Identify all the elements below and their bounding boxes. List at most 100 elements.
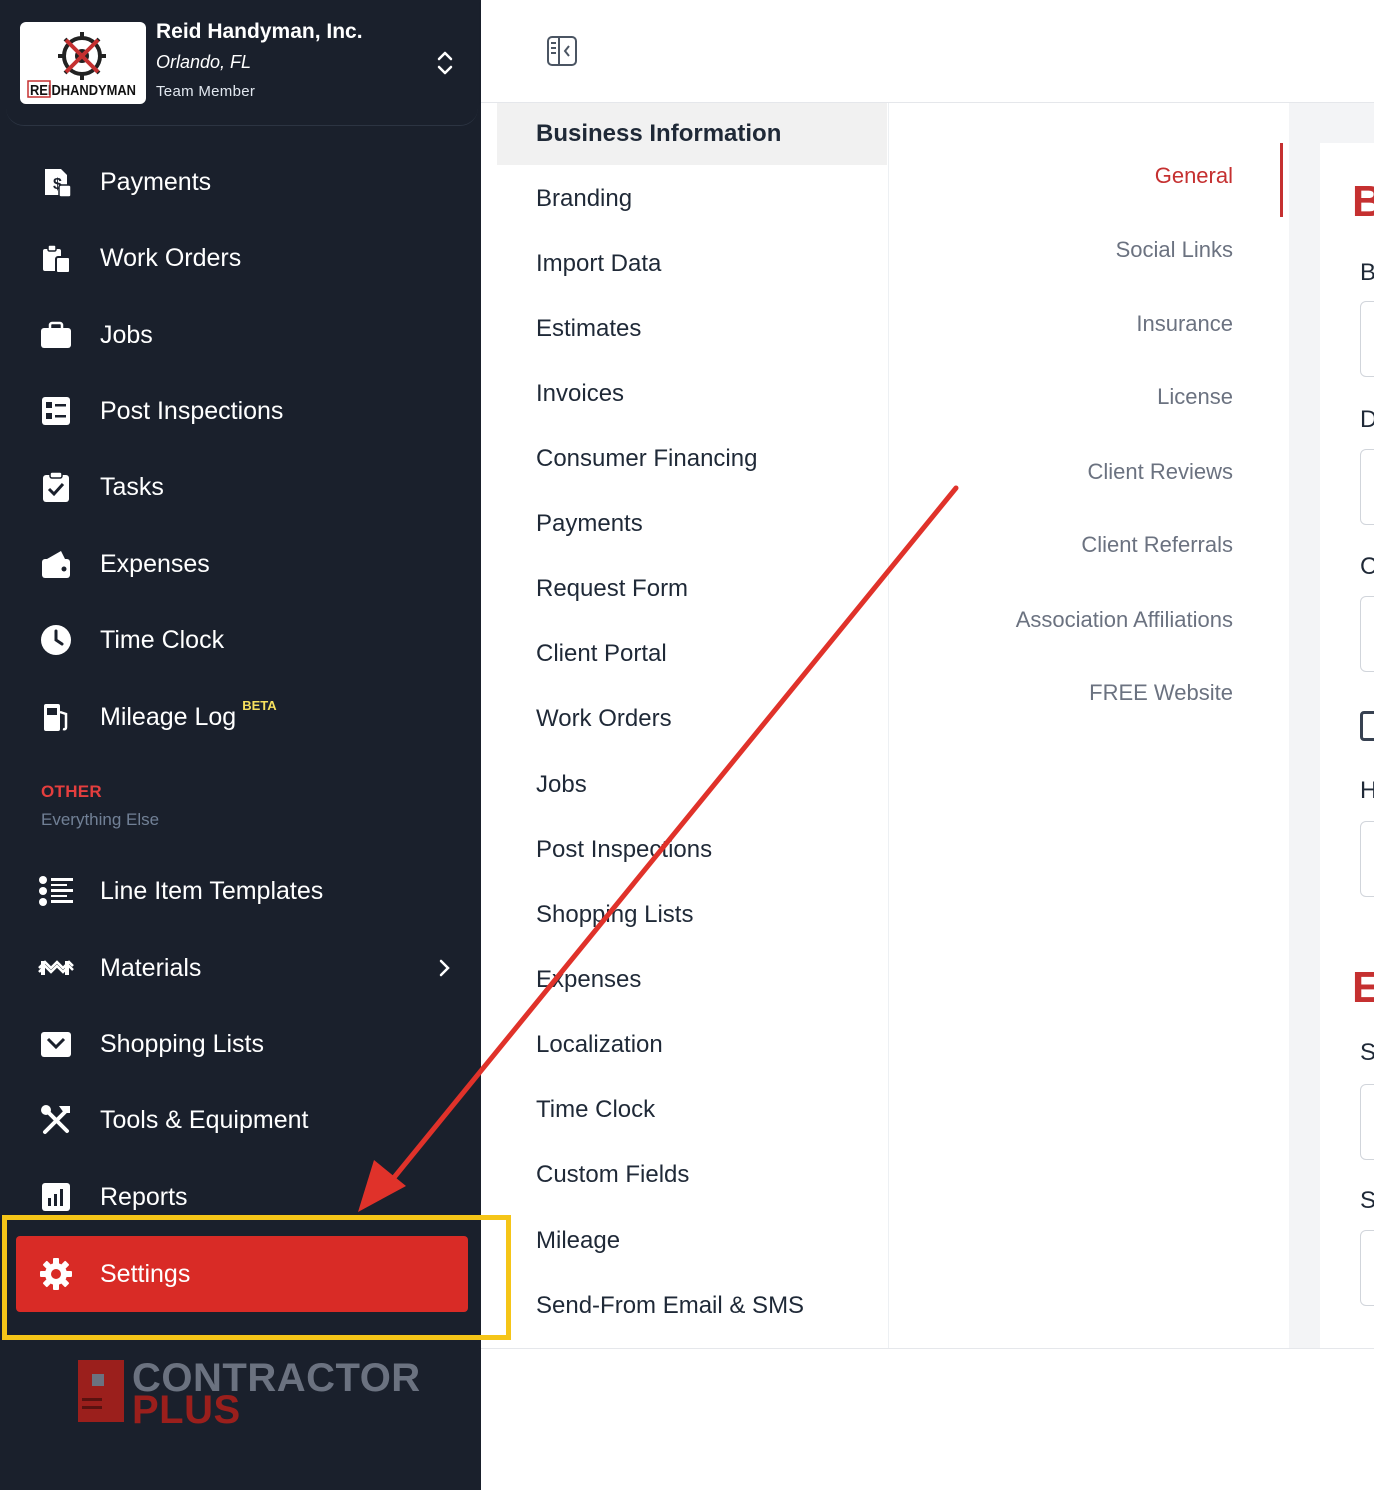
- settings-menu-jobs[interactable]: Jobs: [497, 754, 887, 816]
- sidebar-item-label: Line Item Templates: [100, 876, 324, 905]
- active-tab-indicator: [1280, 143, 1283, 217]
- settings-menu-branding[interactable]: Branding: [497, 168, 887, 230]
- panel-heading: B: [1352, 177, 1374, 226]
- account-name: Reid Handyman, Inc.: [156, 20, 363, 43]
- settings-menu-expenses[interactable]: Expenses: [497, 949, 887, 1011]
- sidebar-item-tools-equipment[interactable]: Tools & Equipment: [24, 1092, 464, 1148]
- payments-icon: $: [36, 162, 76, 202]
- settings-menu-send-from-email-sms[interactable]: Send-From Email & SMS: [497, 1275, 887, 1337]
- sidebar-item-label: Settings: [100, 1259, 191, 1288]
- account-switcher[interactable]: REIDHANDYMAN Reid Handyman, Inc. Orlando…: [6, 0, 478, 126]
- brand-wordmark-line2: PLUS: [132, 1388, 241, 1432]
- sidebar: REIDHANDYMAN Reid Handyman, Inc. Orlando…: [0, 0, 481, 1490]
- form-input[interactable]: [1360, 1084, 1374, 1160]
- sidebar-item-materials[interactable]: Materials: [24, 940, 464, 996]
- sidebar-item-time-clock[interactable]: Time Clock: [24, 612, 464, 668]
- sidebar-item-label: Jobs: [100, 320, 153, 349]
- sidebar-item-label: Time Clock: [100, 625, 225, 654]
- chevron-right-icon: [439, 959, 450, 977]
- sidebar-item-payments[interactable]: $ Payments: [24, 154, 464, 210]
- app-root: REIDHANDYMAN Reid Handyman, Inc. Orlando…: [0, 0, 1374, 1490]
- list-icon: [36, 871, 76, 911]
- tab-client-referrals[interactable]: Client Referrals: [1081, 532, 1233, 558]
- chart-icon: [36, 1177, 76, 1217]
- account-role: Team Member: [156, 83, 256, 100]
- settings-menu-import-data[interactable]: Import Data: [497, 233, 887, 295]
- section-subtitle: Everything Else: [41, 810, 160, 829]
- sidebar-item-label: Mileage Log: [100, 702, 237, 731]
- field-label: S: [1360, 1039, 1374, 1066]
- sidebar-item-mileage-log[interactable]: Mileage Log BETA: [24, 689, 464, 745]
- field-label: H: [1360, 777, 1374, 804]
- collapse-sidebar-icon[interactable]: [545, 34, 579, 68]
- sidebar-item-tasks[interactable]: Tasks: [24, 459, 464, 515]
- briefcase-icon: [36, 315, 76, 355]
- settings-menu-estimates[interactable]: Estimates: [497, 298, 887, 360]
- settings-menu-localization[interactable]: Localization: [497, 1014, 887, 1076]
- sidebar-item-work-orders[interactable]: Work Orders: [24, 230, 464, 286]
- sidebar-item-label: Expenses: [100, 549, 210, 578]
- settings-menu-business-information[interactable]: Business Information: [497, 103, 887, 165]
- field-label: B: [1360, 259, 1374, 286]
- sidebar-item-label: Tools & Equipment: [100, 1105, 309, 1134]
- company-logo: REIDHANDYMAN: [20, 22, 146, 104]
- beta-badge: BETA: [242, 697, 277, 713]
- tab-insurance[interactable]: Insurance: [1136, 311, 1233, 337]
- form-checkbox[interactable]: [1360, 711, 1374, 741]
- form-panel: B B D C H E S S: [1320, 143, 1374, 1348]
- settings-menu-custom-fields[interactable]: Custom Fields: [497, 1144, 887, 1206]
- sidebar-item-settings[interactable]: Settings: [16, 1236, 468, 1312]
- tools-icon: [36, 1100, 76, 1140]
- tab-social-links[interactable]: Social Links: [1116, 237, 1233, 263]
- tab-general[interactable]: General: [1155, 163, 1233, 189]
- settings-menu-client-portal[interactable]: Client Portal: [497, 623, 887, 685]
- tab-client-reviews[interactable]: Client Reviews: [1088, 459, 1234, 485]
- sidebar-item-label: Reports: [100, 1182, 188, 1211]
- field-label: D: [1360, 406, 1374, 433]
- sidebar-item-jobs[interactable]: Jobs: [24, 307, 464, 363]
- settings-menu-consumer-financing[interactable]: Consumer Financing: [497, 428, 887, 490]
- settings-menu-request-form[interactable]: Request Form: [497, 558, 887, 620]
- materials-icon: [36, 948, 76, 988]
- tab-association-affiliations[interactable]: Association Affiliations: [1016, 607, 1233, 633]
- sidebar-item-label: Materials: [100, 953, 202, 982]
- sidebar-item-line-item-templates[interactable]: Line Item Templates: [24, 863, 464, 919]
- sidebar-item-label: Tasks: [100, 472, 164, 501]
- clock-icon: [36, 620, 76, 660]
- section-title-other: OTHER: [41, 782, 102, 801]
- account-location: Orlando, FL: [156, 52, 252, 72]
- settings-menu-work-orders[interactable]: Work Orders: [497, 688, 887, 750]
- field-label: S: [1360, 1187, 1374, 1214]
- page-bottom-area: [481, 1348, 1374, 1490]
- tab-free-website[interactable]: FREE Website: [1089, 680, 1233, 706]
- sidebar-item-expenses[interactable]: Expenses: [24, 536, 464, 592]
- form-input[interactable]: [1360, 301, 1374, 377]
- top-bar: [481, 0, 1374, 103]
- form-input[interactable]: [1360, 449, 1374, 525]
- chevron-up-down-icon[interactable]: [434, 48, 456, 78]
- inbox-icon: [36, 1024, 76, 1064]
- settings-menu-payments[interactable]: Payments: [497, 493, 887, 555]
- fuel-icon: [36, 697, 76, 737]
- form-input[interactable]: [1360, 596, 1374, 672]
- clipboard-check-icon: [36, 467, 76, 507]
- settings-menu-mileage[interactable]: Mileage: [497, 1210, 887, 1272]
- sidebar-item-shopping-lists[interactable]: Shopping Lists: [24, 1016, 464, 1072]
- sidebar-item-label: Payments: [100, 167, 212, 196]
- settings-menu: Business Information Branding Import Dat…: [481, 103, 889, 1348]
- settings-menu-post-inspections[interactable]: Post Inspections: [497, 819, 887, 881]
- settings-menu-shopping-lists[interactable]: Shopping Lists: [497, 884, 887, 946]
- tab-license[interactable]: License: [1157, 384, 1233, 410]
- form-input[interactable]: [1360, 821, 1374, 897]
- panel-heading: E: [1352, 963, 1374, 1012]
- wallet-icon: [36, 544, 76, 584]
- sidebar-item-label: Shopping Lists: [100, 1029, 265, 1058]
- field-label: C: [1360, 553, 1374, 580]
- settings-menu-invoices[interactable]: Invoices: [497, 363, 887, 425]
- settings-menu-time-clock[interactable]: Time Clock: [497, 1079, 887, 1141]
- form-input[interactable]: [1360, 1230, 1374, 1306]
- gear-icon: [36, 1254, 76, 1294]
- sidebar-item-reports[interactable]: Reports: [24, 1169, 464, 1225]
- sidebar-item-post-inspections[interactable]: Post Inspections: [24, 383, 464, 439]
- sidebar-item-label: Post Inspections: [100, 396, 284, 425]
